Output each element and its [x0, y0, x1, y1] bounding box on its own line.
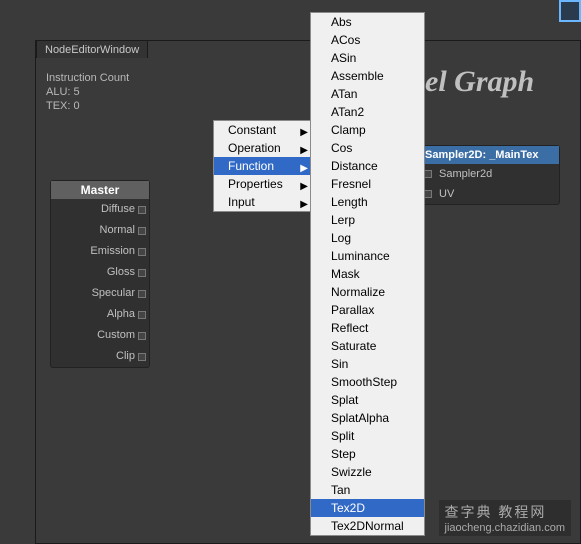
- watermark-url: jiaocheng.chazidian.com: [445, 522, 565, 534]
- submenu-item-cos[interactable]: Cos: [311, 139, 424, 157]
- submenu-item-lerp[interactable]: Lerp: [311, 211, 424, 229]
- submenu-item-saturate[interactable]: Saturate: [311, 337, 424, 355]
- stats-block: Instruction Count ALU: 5 TEX: 0: [46, 71, 129, 113]
- menu-item-input[interactable]: Input▶: [214, 193, 312, 211]
- master-output-clip[interactable]: Clip: [51, 346, 149, 367]
- submenu-item-sin[interactable]: Sin: [311, 355, 424, 373]
- master-output-custom[interactable]: Custom: [51, 325, 149, 346]
- submenu-item-step[interactable]: Step: [311, 445, 424, 463]
- submenu-arrow-icon: ▶: [300, 196, 308, 214]
- submenu-item-asin[interactable]: ASin: [311, 49, 424, 67]
- submenu-item-acos[interactable]: ACos: [311, 31, 424, 49]
- stats-line: TEX: 0: [46, 99, 129, 113]
- submenu-item-clamp[interactable]: Clamp: [311, 121, 424, 139]
- master-node-title: Master: [51, 181, 149, 199]
- menu-item-function[interactable]: Function▶: [214, 157, 312, 175]
- window-tab[interactable]: NodeEditorWindow: [36, 40, 148, 58]
- submenu-item-atan2[interactable]: ATan2: [311, 103, 424, 121]
- stats-line: ALU: 5: [46, 85, 129, 99]
- sampler-node-title: Sampler2D: _MainTex: [421, 146, 559, 164]
- master-node[interactable]: Master DiffuseNormalEmissionGlossSpecula…: [50, 180, 150, 368]
- submenu-item-fresnel[interactable]: Fresnel: [311, 175, 424, 193]
- submenu-item-mask[interactable]: Mask: [311, 265, 424, 283]
- submenu-item-splat[interactable]: Splat: [311, 391, 424, 409]
- submenu-item-split[interactable]: Split: [311, 427, 424, 445]
- watermark-text: 查字典 教程网: [445, 504, 547, 520]
- submenu-item-tex2d[interactable]: Tex2D: [311, 499, 424, 517]
- submenu-item-reflect[interactable]: Reflect: [311, 319, 424, 337]
- sampler-node[interactable]: Sampler2D: _MainTex Sampler2dUV: [420, 145, 560, 205]
- sampler-input-sampler2d[interactable]: Sampler2d: [421, 164, 559, 184]
- stats-line: Instruction Count: [46, 71, 129, 85]
- submenu-item-smoothstep[interactable]: SmoothStep: [311, 373, 424, 391]
- submenu-item-tex2dnormal[interactable]: Tex2DNormal: [311, 517, 424, 535]
- master-output-normal[interactable]: Normal: [51, 220, 149, 241]
- master-output-gloss[interactable]: Gloss: [51, 262, 149, 283]
- graph-title: xel Graph: [410, 65, 534, 99]
- menu-item-properties[interactable]: Properties▶: [214, 175, 312, 193]
- submenu-item-atan[interactable]: ATan: [311, 85, 424, 103]
- submenu-item-assemble[interactable]: Assemble: [311, 67, 424, 85]
- submenu-item-normalize[interactable]: Normalize: [311, 283, 424, 301]
- submenu-item-tan[interactable]: Tan: [311, 481, 424, 499]
- master-output-diffuse[interactable]: Diffuse: [51, 199, 149, 220]
- submenu-item-luminance[interactable]: Luminance: [311, 247, 424, 265]
- menu-item-constant[interactable]: Constant▶: [214, 121, 312, 139]
- submenu-item-abs[interactable]: Abs: [311, 13, 424, 31]
- external-button[interactable]: [559, 0, 581, 22]
- context-menu[interactable]: Constant▶Operation▶Function▶Properties▶I…: [213, 120, 313, 212]
- submenu-item-swizzle[interactable]: Swizzle: [311, 463, 424, 481]
- watermark: 查字典 教程网 jiaocheng.chazidian.com: [439, 500, 571, 536]
- context-submenu[interactable]: AbsACosASinAssembleATanATan2ClampCosDist…: [310, 12, 425, 536]
- submenu-item-log[interactable]: Log: [311, 229, 424, 247]
- sampler-input-uv[interactable]: UV: [421, 184, 559, 204]
- menu-item-operation[interactable]: Operation▶: [214, 139, 312, 157]
- master-output-emission[interactable]: Emission: [51, 241, 149, 262]
- master-output-alpha[interactable]: Alpha: [51, 304, 149, 325]
- master-output-specular[interactable]: Specular: [51, 283, 149, 304]
- submenu-item-length[interactable]: Length: [311, 193, 424, 211]
- submenu-item-parallax[interactable]: Parallax: [311, 301, 424, 319]
- submenu-item-splatalpha[interactable]: SplatAlpha: [311, 409, 424, 427]
- submenu-item-distance[interactable]: Distance: [311, 157, 424, 175]
